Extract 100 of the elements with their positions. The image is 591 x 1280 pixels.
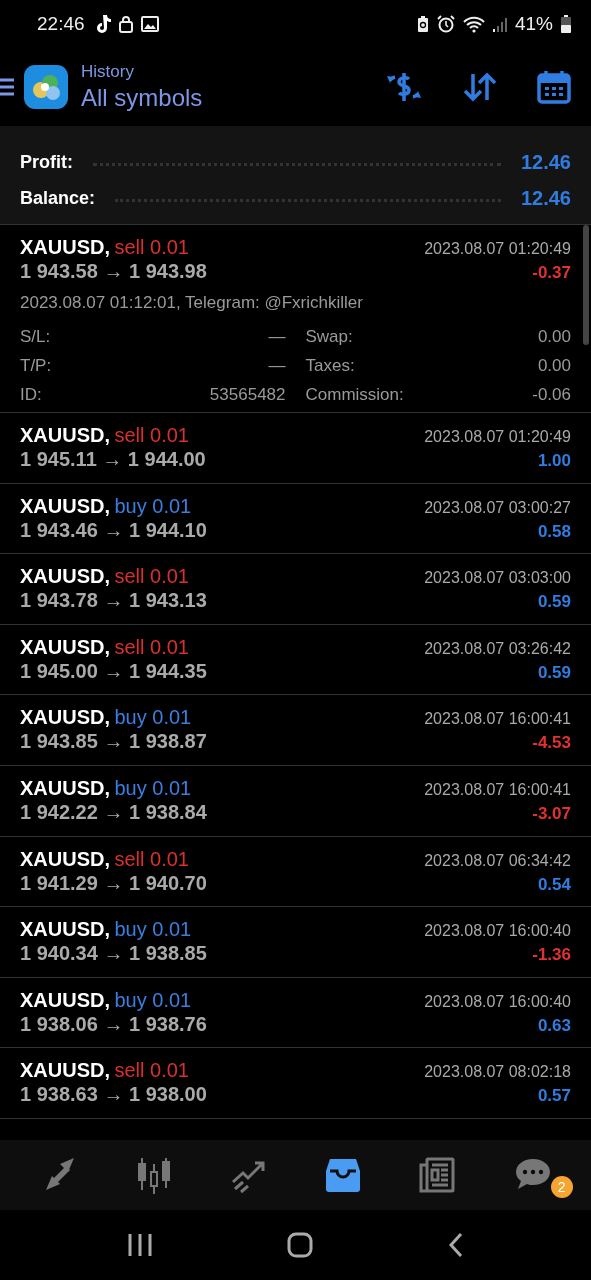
deal-row[interactable]: XAUUSD, sell 0.01 2023.08.07 03:26:42 1 945.00 → 1 944.35 0.59	[0, 624, 591, 696]
symbol-label: XAUUSD,	[20, 494, 110, 517]
close-time: 2023.08.07 16:00:41	[424, 780, 571, 799]
alarm-icon	[436, 15, 455, 33]
deal-row[interactable]: XAUUSD, sell 0.01 2023.08.07 01:20:49 1 945.11 → 1 944.00 1.00	[0, 413, 591, 484]
detail-label: ID:	[20, 384, 42, 405]
deal-type: sell 0.01	[114, 236, 189, 258]
calendar-icon[interactable]	[537, 70, 571, 104]
detail-value: —	[268, 326, 286, 347]
battery-percent: 41%	[514, 13, 553, 35]
price-range: 1 940.34 → 1 938.85	[20, 942, 207, 966]
detail-value: 0.00	[537, 326, 571, 347]
sort-icon[interactable]	[463, 72, 497, 102]
detail-label: S/L:	[20, 326, 51, 347]
newspaper-icon[interactable]	[418, 1156, 457, 1194]
symbol-label: XAUUSD,	[20, 776, 110, 799]
deal-row[interactable]: XAUUSD, buy 0.01 2023.08.07 16:00:40 1 938.06 → 1 938.76 0.63	[0, 977, 591, 1049]
deal-type: sell 0.01	[114, 565, 189, 588]
deal-type: sell 0.01	[114, 424, 189, 446]
symbol-label: XAUUSD,	[20, 847, 110, 870]
symbol-label: XAUUSD,	[20, 236, 110, 258]
deal-type: buy 0.01	[114, 494, 192, 517]
wifi-icon	[462, 15, 485, 33]
close-time: 2023.08.07 01:20:49	[424, 428, 571, 446]
summary-value: 12.46	[520, 150, 571, 174]
deal-row[interactable]: XAUUSD, sell 0.01 2023.08.07 06:34:42 1 941.29 → 1 940.70 0.54	[0, 836, 591, 908]
close-time: 2023.08.07 16:00:40	[424, 922, 571, 941]
price-range: 1 945.00 → 1 944.35	[20, 659, 207, 683]
deal-type: sell 0.01	[114, 635, 189, 658]
profit-value: 0.59	[537, 662, 571, 683]
deal-type: buy 0.01	[114, 706, 192, 729]
menu-icon[interactable]	[0, 77, 14, 97]
battery-icon	[561, 15, 571, 33]
deal-row[interactable]: XAUUSD, buy 0.01 2023.08.07 03:00:27 1 943.46 → 1 944.10 0.58	[0, 483, 591, 555]
clock-time: 22:46	[37, 13, 85, 35]
lock-icon	[118, 15, 133, 33]
deal-row[interactable]: XAUUSD, sell 0.01 2023.08.07 03:03:00 1 943.78 → 1 943.13 0.59	[0, 554, 591, 625]
price-range: 1 938.06 → 1 938.76	[20, 1012, 207, 1036]
symbol-label: XAUUSD,	[20, 988, 110, 1011]
symbol-label: XAUUSD,	[20, 424, 110, 446]
profit-value: -3.07	[532, 803, 571, 824]
deal-type: buy 0.01	[114, 988, 192, 1011]
profit-value: 0.59	[537, 592, 571, 613]
profit-value: 0.63	[537, 1015, 571, 1036]
unread-badge: 2	[550, 1176, 573, 1198]
symbol-label: XAUUSD,	[20, 565, 110, 588]
profit-value: -4.53	[532, 733, 571, 754]
symbols-selector[interactable]: All symbols	[81, 84, 203, 112]
detail-label: T/P:	[20, 355, 52, 376]
close-time: 2023.08.07 08:02:18	[424, 1063, 571, 1082]
profit-value: 0.57	[537, 1086, 571, 1107]
battery-saver-icon	[416, 15, 429, 33]
profit-value: 0.54	[537, 874, 571, 895]
signal-icon	[492, 16, 507, 32]
deal-type: sell 0.01	[114, 847, 189, 870]
detail-value: —	[268, 355, 286, 376]
price-range: 1 943.78 → 1 943.13	[20, 589, 207, 613]
price-range: 1 942.22 → 1 938.84	[20, 800, 207, 824]
profit-value: 0.58	[537, 521, 571, 542]
deal-row[interactable]: XAUUSD, buy 0.01 2023.08.07 16:00:41 1 943.85 → 1 938.87 -4.53	[0, 695, 591, 766]
close-time: 2023.08.07 01:20:49	[424, 240, 571, 258]
detail-label: Taxes:	[305, 355, 355, 376]
summary-label: Profit:	[20, 151, 73, 173]
deal-type: buy 0.01	[114, 918, 192, 941]
symbol-label: XAUUSD,	[20, 1059, 110, 1082]
profit-value: 1.00	[537, 451, 571, 471]
close-time: 2023.08.07 03:03:00	[424, 569, 571, 588]
detail-value: 0.00	[537, 355, 571, 376]
summary-label: Balance:	[20, 187, 96, 209]
detail-value: -0.06	[532, 384, 571, 405]
profit-value: -0.37	[532, 263, 571, 283]
section-label: History	[81, 62, 135, 82]
close-time: 2023.08.07 06:34:42	[424, 851, 571, 870]
music-note-icon	[94, 14, 111, 34]
detail-label: Commission:	[305, 384, 404, 405]
open-info: 2023.08.07 01:12:01, Telegram: @Fxrichkiller	[20, 293, 364, 314]
symbol-label: XAUUSD,	[20, 635, 110, 658]
price-range: 1 941.29 → 1 940.70	[20, 871, 207, 895]
deal-row[interactable]: XAUUSD, sell 0.01 2023.08.07 08:02:18 1 938.63 → 1 938.00 0.57	[0, 1048, 591, 1119]
summary-value: 12.46	[520, 186, 571, 210]
deal-type: buy 0.01	[114, 776, 192, 799]
close-time: 2023.08.07 16:00:41	[424, 710, 571, 729]
app-logo-icon[interactable]	[24, 65, 68, 109]
deal-row[interactable]: XAUUSD, buy 0.01 2023.08.07 16:00:40 1 940.34 → 1 938.85 -1.36	[0, 907, 591, 978]
price-range: 1 938.63 → 1 938.00	[20, 1083, 207, 1107]
close-time: 2023.08.07 16:00:40	[424, 992, 571, 1011]
close-time: 2023.08.07 03:26:42	[424, 639, 571, 658]
home-icon[interactable]	[287, 1232, 314, 1258]
price-range: 1 943.58 → 1 943.98	[20, 260, 207, 283]
close-time: 2023.08.07 03:00:27	[424, 498, 571, 517]
inbox-icon[interactable]	[323, 1156, 362, 1194]
symbol-label: XAUUSD,	[20, 918, 110, 941]
price-range: 1 945.11 → 1 944.00	[20, 448, 206, 471]
price-range: 1 943.46 → 1 944.10	[20, 518, 207, 542]
recent-apps-icon[interactable]	[127, 1233, 154, 1257]
back-icon[interactable]	[447, 1232, 464, 1258]
deal-row[interactable]: XAUUSD, buy 0.01 2023.08.07 16:00:41 1 942.22 → 1 938.84 -3.07	[0, 765, 591, 837]
profit-value: -1.36	[532, 945, 571, 966]
detail-label: Swap:	[305, 326, 353, 347]
scrollbar[interactable]	[583, 225, 589, 345]
